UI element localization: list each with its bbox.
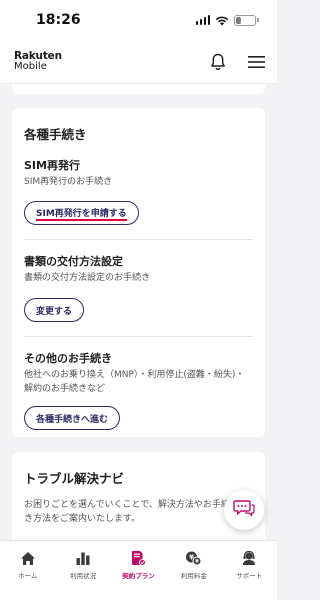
trouble-navi-card: トラブル解決ナビ お困りごとを選んでいくことで、解決方法やお手続き方法をご案内い… bbox=[12, 452, 265, 540]
app-header: Rakuten Mobile bbox=[0, 40, 277, 84]
divider bbox=[24, 336, 253, 338]
signal-icon bbox=[195, 15, 210, 25]
chat-button[interactable] bbox=[224, 490, 264, 530]
nav-label: 契約プラン bbox=[122, 572, 155, 580]
procedure-item-title: その他のお手続き bbox=[24, 352, 112, 366]
button-label: SIM再発行を申請する bbox=[36, 206, 127, 221]
bottom-nav: ホーム 利用状況 契約プラン ¥ ¥ 利用料金 サポート bbox=[0, 540, 277, 600]
procedure-item-document-delivery: 書類の交付方法設定 書類の交付方法設定のお手続き 変更する bbox=[24, 253, 253, 323]
change-button[interactable]: 変更する bbox=[24, 298, 85, 323]
procedure-item-description: SIM再発行のお手続き bbox=[24, 177, 113, 187]
contract-plan-icon bbox=[130, 549, 147, 567]
proceed-to-procedures-button[interactable]: 各種手続きへ進む bbox=[24, 406, 121, 431]
main-content[interactable]: 各種手続き SIM再発行 SIM再発行のお手続き SIM再発行を申請する 書類の… bbox=[0, 84, 277, 540]
logo-line2: Mobile bbox=[14, 61, 47, 73]
section-title: トラブル解決ナビ bbox=[24, 471, 125, 486]
button-label: 変更する bbox=[36, 306, 73, 317]
procedure-item-title: SIM再発行 bbox=[24, 159, 80, 172]
logo-line1: Rakuten bbox=[14, 49, 62, 62]
wifi-icon bbox=[215, 15, 229, 26]
status-bar: 18:26 23 bbox=[0, 0, 277, 40]
usage-chart-icon bbox=[75, 549, 91, 567]
svg-text:¥: ¥ bbox=[196, 559, 200, 565]
status-time: 18:26 bbox=[36, 12, 81, 28]
chat-icon bbox=[233, 499, 255, 521]
procedure-item-title: 書類の交付方法設定 bbox=[24, 255, 123, 269]
billing-icon: ¥ ¥ bbox=[185, 549, 202, 567]
procedure-item-sim-reissue: SIM再発行 SIM再発行のお手続き SIM再発行を申請する bbox=[24, 157, 253, 226]
menu-icon[interactable] bbox=[248, 55, 265, 69]
divider bbox=[24, 239, 253, 241]
status-icons: 23 bbox=[195, 14, 259, 26]
button-label: 各種手続きへ進む bbox=[36, 414, 109, 425]
procedures-card: 各種手続き SIM再発行 SIM再発行のお手続き SIM再発行を申請する 書類の… bbox=[12, 108, 265, 437]
nav-label: 利用状況 bbox=[70, 572, 97, 580]
nav-item-contract-plan[interactable]: 契約プラン bbox=[111, 549, 166, 600]
home-icon bbox=[20, 549, 36, 567]
nav-label: サポート bbox=[236, 572, 263, 580]
rakuten-mobile-logo[interactable]: Rakuten Mobile bbox=[14, 51, 62, 73]
battery-icon: 23 bbox=[234, 14, 259, 26]
procedure-item-description: 他社へのお乗り換え（MNP）・利用停止(盗難・紛失)・解約のお手続きなど bbox=[24, 370, 245, 395]
nav-item-home[interactable]: ホーム bbox=[0, 549, 55, 600]
trouble-navi-description: お困りごとを選んでいくことで、解決方法やお手続き方法をご案内いたします。 bbox=[24, 500, 230, 524]
procedure-item-description: 書類の交付方法設定のお手続き bbox=[24, 273, 151, 284]
previous-card bbox=[12, 84, 265, 94]
bell-icon[interactable] bbox=[210, 53, 226, 71]
support-icon bbox=[241, 549, 257, 567]
nav-item-billing[interactable]: ¥ ¥ 利用料金 bbox=[166, 549, 221, 600]
sim-reissue-apply-button[interactable]: SIM再発行を申請する bbox=[24, 201, 139, 226]
procedure-item-other: その他のお手続き 他社へのお乗り換え（MNP）・利用停止(盗難・紛失)・解約のお… bbox=[24, 350, 253, 431]
battery-level: 23 bbox=[240, 16, 250, 24]
section-title: 各種手続き bbox=[24, 127, 87, 142]
nav-item-support[interactable]: サポート bbox=[222, 549, 277, 600]
nav-label: ホーム bbox=[18, 572, 38, 580]
nav-item-usage[interactable]: 利用状況 bbox=[56, 549, 111, 600]
nav-label: 利用料金 bbox=[180, 572, 207, 580]
